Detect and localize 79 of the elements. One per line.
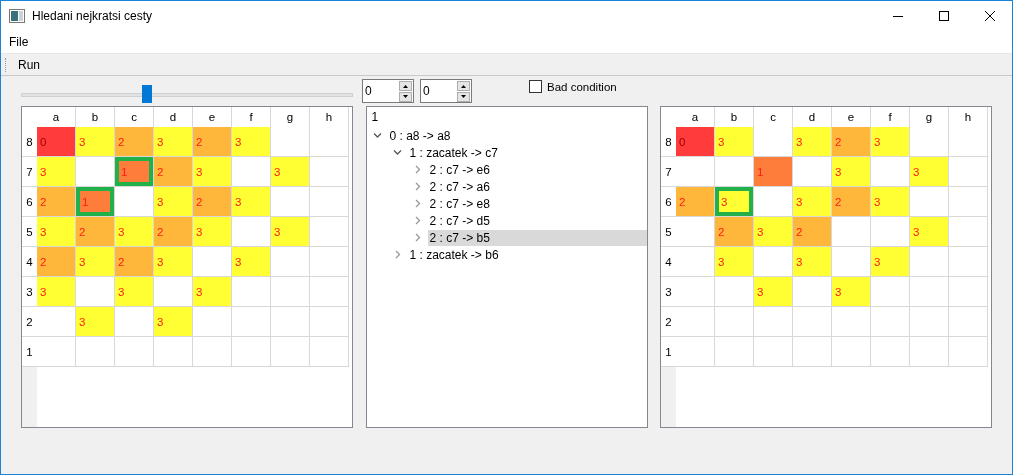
board-cell: 3 [76,127,115,157]
tree-item[interactable]: 2 : c7 -> e6 [427,161,647,178]
board-cell: 2 [115,247,154,277]
board-cell: 3 [715,187,754,217]
board-cell: 0 [676,127,715,157]
board-cell: 1 [76,187,115,217]
board-cell: 2 [154,217,193,247]
spin-box[interactable]: 0 [420,79,472,103]
board-cell: 3 [193,157,232,187]
board-cell: 3 [154,247,193,277]
board-cell: 2 [193,187,232,217]
maximize-icon[interactable] [939,11,949,21]
tree-item[interactable]: 0 : a8 -> a8 [387,127,647,144]
board-cell: 3 [76,247,115,277]
board-cell: 3 [271,217,310,247]
board-cell: 3 [193,277,232,307]
board-cell: 3 [754,277,793,307]
chevron-down-icon[interactable] [372,131,382,140]
tree-item[interactable]: 2 : c7 -> e8 [427,195,647,212]
board-cell: 2 [193,127,232,157]
tree-item[interactable]: 1 : zacatek -> c7 [407,144,647,161]
board-cell: 3 [271,157,310,187]
board-cell: 3 [910,157,949,187]
chevron-down-icon[interactable] [392,148,402,157]
board-cell: 3 [154,127,193,157]
spin-box[interactable]: 0 [362,79,414,103]
tree-item[interactable]: 2 : c7 -> d5 [427,212,647,229]
board-cell: 3 [154,307,193,337]
board-cell: 3 [115,277,154,307]
board-cell: 2 [676,187,715,217]
board-cell: 2 [832,127,871,157]
board-cell: 3 [115,217,154,247]
checkbox-label: Bad condition [547,80,617,93]
board-cell: 3 [832,277,871,307]
board-cell: 2 [76,217,115,247]
menu-item[interactable]: File [9,35,29,49]
board-cell: 2 [154,157,193,187]
board-cell: 3 [871,247,910,277]
window-title: Hledani nejkratsi cesty [32,9,153,23]
board-cell: 3 [832,157,871,187]
board-cell: 2 [715,217,754,247]
toolbar-button[interactable]: Run [14,57,44,72]
board-cell: 3 [232,247,271,277]
slider-thumb[interactable] [142,85,153,103]
header-strip [661,367,676,427]
board-cell: 3 [232,127,271,157]
app-icon [9,9,25,23]
board-cell: 3 [793,127,832,157]
board-cell: 3 [154,187,193,217]
board-cell: 3 [37,157,76,187]
tree-item[interactable]: 1 : zacatek -> b6 [407,246,647,263]
board-cell: 3 [193,217,232,247]
board-cell: 3 [715,127,754,157]
slider[interactable] [21,85,353,103]
board-cell: 3 [871,187,910,217]
board-cell: 1 [115,157,154,187]
board-cell: 3 [910,217,949,247]
tree-item[interactable]: 2 : c7 -> a6 [427,178,647,195]
board-cell: 2 [115,127,154,157]
board-cell: 2 [793,217,832,247]
tree-item[interactable]: 2 : c7 -> b5 [427,229,647,246]
board-cell: 1 [754,157,793,187]
board-cell: 3 [715,247,754,277]
tree-header: 1 [370,109,380,126]
board-cell: 3 [793,187,832,217]
board-cell: 2 [832,187,871,217]
board-cell: 3 [37,217,76,247]
board-cell: 3 [871,127,910,157]
board-cell: 2 [37,247,76,277]
board-cell: 3 [232,187,271,217]
header-strip [22,367,37,427]
board-cell: 3 [793,247,832,277]
board-cell: 2 [37,187,76,217]
board-cell: 3 [754,217,793,247]
checkbox[interactable] [529,80,542,93]
close-icon[interactable] [985,11,995,21]
board-cell: 3 [76,307,115,337]
board-cell: 0 [37,127,76,157]
board-cell: 3 [37,277,76,307]
